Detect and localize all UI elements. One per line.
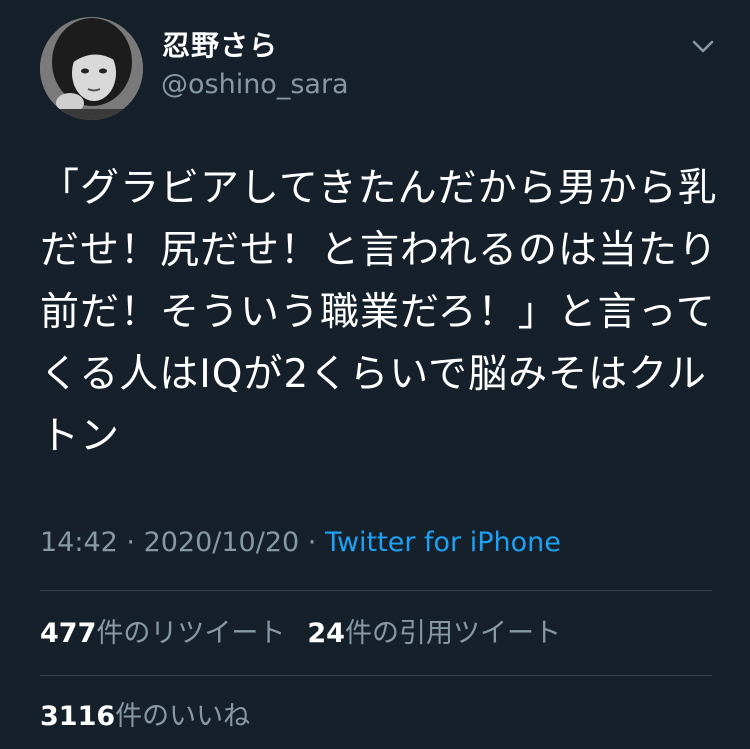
- retweets-label: 件のリツイート: [96, 618, 286, 649]
- tweet-date[interactable]: 2020/10/20: [144, 527, 300, 558]
- user-handle[interactable]: @oshino_sara: [161, 68, 349, 102]
- tweet-text: 「グラビアしてきたんだから男から乳だせ！尻だせ！と言われるのは当たり前だ！そうい…: [40, 166, 719, 459]
- quotes-label: 件の引用ツイート: [344, 618, 561, 649]
- likes-count: 3116: [40, 701, 116, 732]
- avatar[interactable]: [40, 17, 143, 120]
- likes-stat[interactable]: 3116件のいいね: [40, 701, 250, 732]
- divider: [40, 590, 712, 591]
- likes-row: 3116件のいいね: [40, 698, 250, 736]
- divider: [40, 675, 712, 676]
- chevron-down-icon[interactable]: [688, 34, 718, 58]
- display-name[interactable]: 忍野さら: [162, 28, 278, 64]
- meta-separator: ·: [117, 527, 144, 558]
- quotes-stat[interactable]: 24件の引用ツイート: [307, 618, 561, 649]
- engagement-row: 477件のリツイート 24件の引用ツイート: [40, 615, 561, 653]
- tweet-detail: 忍野さら @oshino_sara 「グラビアしてきたんだから男から乳だせ！尻だ…: [0, 0, 750, 749]
- retweets-stat[interactable]: 477件のリツイート: [40, 618, 285, 649]
- tweet-meta: 14:42 · 2020/10/20 · Twitter for iPhone: [40, 524, 561, 562]
- tweet-source-link[interactable]: Twitter for iPhone: [325, 527, 561, 558]
- tweet-time[interactable]: 14:42: [40, 527, 118, 558]
- retweets-count: 477: [40, 618, 97, 649]
- avatar-photo-icon: [40, 17, 143, 120]
- meta-separator: ·: [299, 527, 325, 558]
- quotes-count: 24: [307, 618, 345, 649]
- likes-label: 件のいいね: [115, 701, 251, 732]
